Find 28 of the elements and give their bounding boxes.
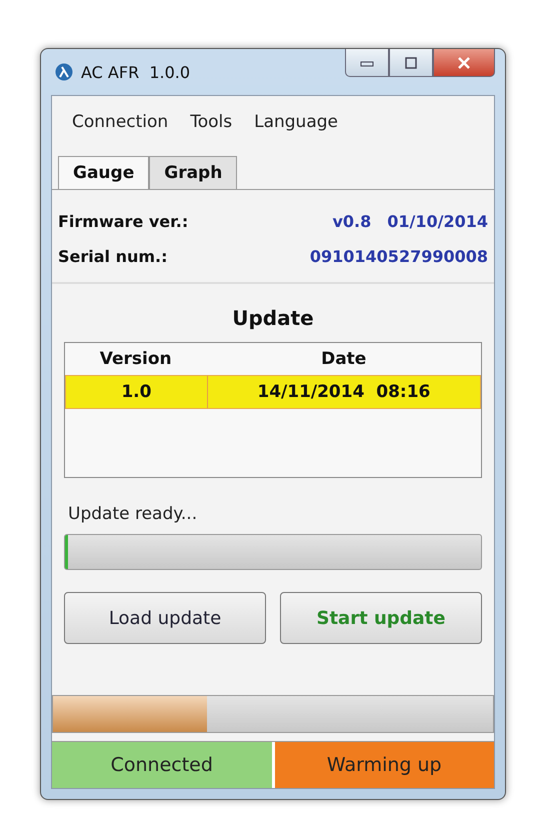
- menu-item[interactable]: Language: [250, 110, 342, 134]
- maximize-icon: [404, 56, 418, 68]
- status-text: Update ready...: [68, 504, 198, 524]
- minimize-icon: [360, 58, 374, 66]
- column-header: Date: [320, 348, 368, 371]
- update-button[interactable]: Load update: [64, 592, 266, 644]
- section-title: Update: [231, 306, 315, 330]
- table-cell[interactable]: 1.0: [66, 376, 208, 408]
- info-value: v0.8: [332, 212, 372, 231]
- info-label: Firmware ver.:: [58, 212, 188, 231]
- maximize-button[interactable]: [389, 49, 433, 77]
- lambda-logo-icon: [55, 63, 73, 81]
- table-cell[interactable]: 14/11/2014 08:16: [208, 376, 480, 408]
- tab[interactable]: Gauge: [58, 156, 150, 189]
- status-indicator: Connected: [52, 742, 274, 788]
- info-value: 0910140527990008: [310, 247, 488, 266]
- tab[interactable]: Graph: [149, 156, 238, 189]
- close-icon: [457, 56, 471, 68]
- window-title: AC AFR 1.0.0: [81, 62, 190, 82]
- minimize-button[interactable]: [345, 49, 389, 77]
- menu-item[interactable]: Tools: [186, 110, 236, 134]
- status-indicator: Warming up: [274, 742, 494, 788]
- close-button[interactable]: [433, 49, 495, 77]
- info-label: Serial num.:: [58, 247, 168, 266]
- info-value: 01/10/2014: [387, 212, 488, 231]
- column-header: Version: [98, 348, 173, 371]
- update-button[interactable]: Start update: [280, 592, 482, 644]
- menu-item[interactable]: Connection: [68, 110, 172, 134]
